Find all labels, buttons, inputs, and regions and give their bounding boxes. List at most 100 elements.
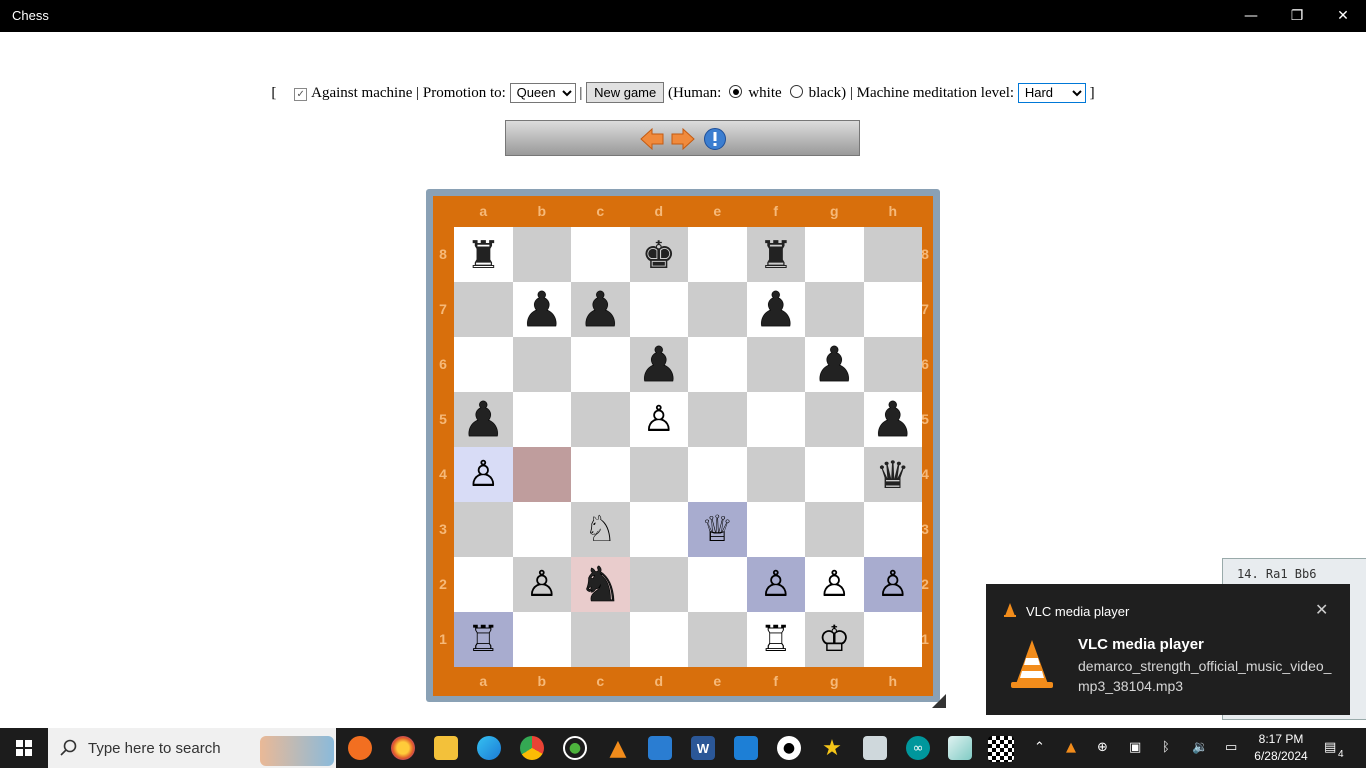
square-b7[interactable]: ♟ [512,282,571,337]
notes-app-icon[interactable] [948,736,972,760]
square-b5[interactable] [512,392,571,447]
chess-piece[interactable]: ♔ [818,621,850,658]
vlc-tray-icon[interactable]: ▲ [1066,740,1076,755]
square-f5[interactable] [746,392,805,447]
toast-close-button[interactable]: ✕ [1315,600,1328,620]
chess-piece[interactable]: ♛ [876,456,910,494]
vlc-icon[interactable]: ▲ [606,736,630,761]
square-a2[interactable] [454,557,513,612]
square-c1[interactable] [571,612,630,667]
chess-piece[interactable]: ♙ [643,401,675,438]
square-d5[interactable]: ♙ [629,392,688,447]
new-game-button[interactable]: New game [586,82,665,103]
square-c7[interactable]: ♟ [571,282,630,337]
square-c5[interactable] [571,392,630,447]
square-h2[interactable]: ♙ [863,557,922,612]
white-radio[interactable] [729,85,743,98]
square-a7[interactable] [454,282,513,337]
volume-icon[interactable]: 🔉 [1192,740,1208,755]
vscode-icon[interactable] [648,736,672,760]
globe-icon[interactable]: ⊕ [1097,740,1108,755]
square-d6[interactable]: ♟ [629,337,688,392]
square-c4[interactable] [571,447,630,502]
windows-start-icon[interactable] [0,728,48,768]
chess-piece[interactable]: ♖ [467,621,499,658]
firefox-icon[interactable] [391,736,415,760]
against-machine-checkbox[interactable]: ✓ [294,88,308,101]
square-h4[interactable]: ♛ [863,447,922,502]
square-e3[interactable]: ♕ [688,502,747,557]
square-f3[interactable] [746,502,805,557]
square-b1[interactable] [512,612,571,667]
chess-piece[interactable]: ♚ [642,236,676,274]
square-f4[interactable] [746,447,805,502]
chess-piece[interactable]: ♞ [578,560,622,609]
square-g4[interactable] [805,447,864,502]
chess-piece[interactable]: ♙ [877,566,909,603]
info-icon[interactable] [703,128,727,150]
square-b4[interactable] [512,447,571,502]
mongodb-icon[interactable]: ● [563,736,587,760]
square-f1[interactable]: ♖ [746,612,805,667]
edge-icon[interactable] [477,736,501,760]
chevron-up-icon[interactable]: ⌃ [1034,740,1045,755]
square-a1[interactable]: ♖ [454,612,513,667]
chess-app-icon[interactable] [988,736,1014,762]
square-d8[interactable]: ♚ [629,227,688,282]
square-h1[interactable] [863,612,922,667]
square-b3[interactable] [512,502,571,557]
square-f8[interactable]: ♜ [746,227,805,282]
square-a3[interactable] [454,502,513,557]
chess-piece[interactable]: ♟ [637,340,681,389]
square-e8[interactable] [688,227,747,282]
monitor-app-icon[interactable] [863,736,887,760]
file-explorer-icon[interactable] [434,736,458,760]
square-a8[interactable]: ♜ [454,227,513,282]
system-clock[interactable]: 8:17 PM 6/28/2024 [1250,731,1312,765]
word-icon[interactable]: W [691,736,715,760]
square-a5[interactable]: ♟ [454,392,513,447]
chess-piece[interactable]: ♟ [461,395,505,444]
square-b6[interactable] [512,337,571,392]
device-icon[interactable]: ▣ [1129,740,1141,755]
square-e6[interactable] [688,337,747,392]
minimize-button[interactable]: — [1228,0,1274,32]
bluetooth-icon[interactable]: ᛒ [1162,740,1170,755]
square-a6[interactable] [454,337,513,392]
square-g8[interactable] [805,227,864,282]
square-e5[interactable] [688,392,747,447]
square-b8[interactable] [512,227,571,282]
square-e1[interactable] [688,612,747,667]
arduino-icon[interactable]: ∞ [906,736,930,760]
chess-piece[interactable]: ♘ [584,511,616,548]
github-icon[interactable]: ● [777,736,801,760]
app-icon[interactable] [348,736,372,760]
chess-piece[interactable]: ♕ [701,511,733,548]
square-e4[interactable] [688,447,747,502]
chess-piece[interactable]: ♙ [526,566,558,603]
square-d4[interactable] [629,447,688,502]
square-a4[interactable]: ♙ [454,447,513,502]
star-icon[interactable]: ★ [820,736,844,761]
chess-piece[interactable]: ♟ [871,395,915,444]
chess-piece[interactable]: ♙ [467,456,499,493]
chess-piece[interactable]: ♟ [578,285,622,334]
chess-piece[interactable]: ♟ [754,285,798,334]
square-h5[interactable]: ♟ [863,392,922,447]
forward-arrow-icon[interactable] [671,128,695,150]
square-d1[interactable] [629,612,688,667]
battery-icon[interactable]: ▭ [1225,740,1237,755]
square-e7[interactable] [688,282,747,337]
square-h6[interactable] [863,337,922,392]
square-c3[interactable]: ♘ [571,502,630,557]
square-b2[interactable]: ♙ [512,557,571,612]
chess-piece[interactable]: ♙ [818,566,850,603]
chess-piece[interactable]: ♟ [520,285,564,334]
square-d3[interactable] [629,502,688,557]
restore-button[interactable]: ❐ [1274,0,1320,32]
chess-piece[interactable]: ♜ [466,236,500,274]
square-e2[interactable] [688,557,747,612]
black-radio[interactable] [789,85,803,98]
square-g3[interactable] [805,502,864,557]
square-d2[interactable] [629,557,688,612]
